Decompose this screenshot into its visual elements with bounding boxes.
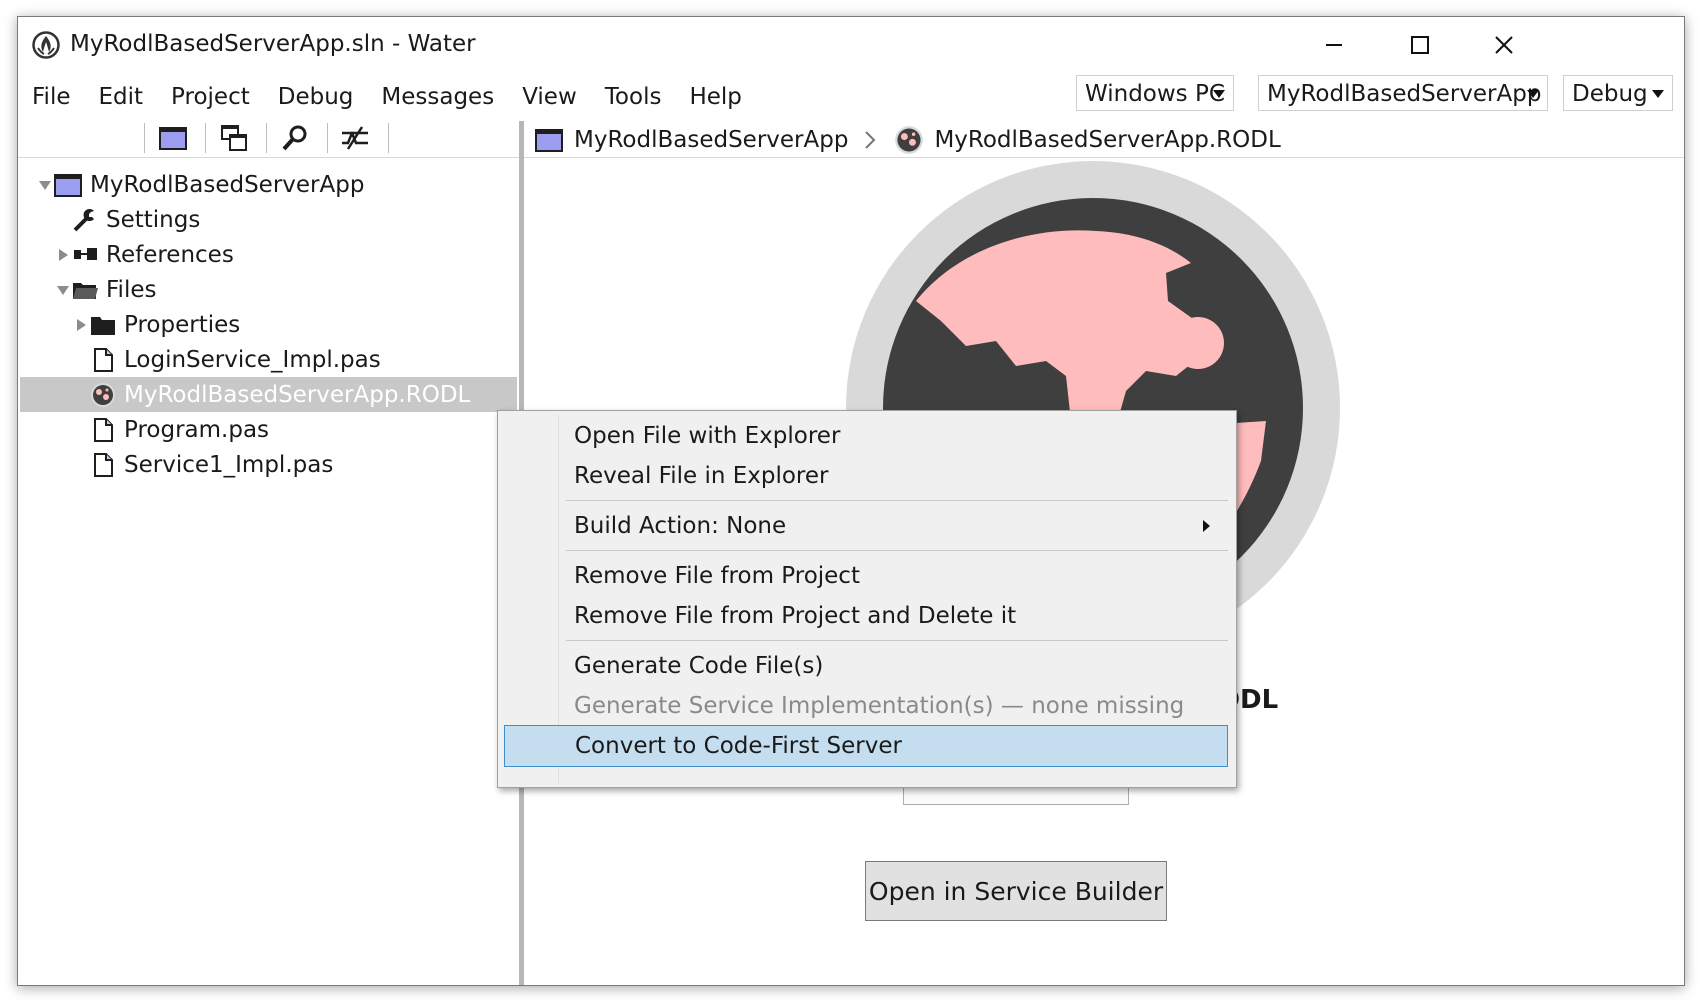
minimize-button[interactable] (1294, 25, 1374, 65)
breadcrumb-file[interactable]: MyRodlBasedServerApp.RODL (934, 127, 1280, 153)
menu-item-remove-file[interactable]: Remove File from Project (504, 555, 1228, 597)
ide-window: MyRodlBasedServerApp.sln - Water File Ed… (17, 16, 1685, 986)
minimize-icon (1326, 44, 1342, 46)
references-icon (74, 247, 97, 260)
breadcrumb-project[interactable]: MyRodlBasedServerApp (574, 127, 848, 153)
menu-separator (566, 640, 1228, 641)
tree-item-label: References (106, 241, 234, 268)
divider (524, 157, 1684, 158)
platform-dropdown[interactable]: Windows PC (1076, 75, 1234, 111)
platform-value: Windows PC (1085, 81, 1225, 107)
search-icon[interactable] (280, 123, 310, 153)
open-in-service-builder-button[interactable]: Open in Service Builder (865, 861, 1167, 921)
menu-item-generate-service-impl: Generate Service Implementation(s) — non… (574, 693, 1185, 719)
menu-item-remove-and-delete[interactable]: Remove File from Project and Delete it (504, 595, 1228, 637)
tree-item-file[interactable]: Program.pas (72, 412, 269, 447)
window-icon[interactable] (158, 123, 188, 153)
context-menu: Open File with Explorer Reveal File in E… (497, 410, 1237, 788)
rodl-icon (895, 126, 924, 154)
cascade-icon[interactable] (219, 123, 249, 153)
menu-item-build-action[interactable]: Build Action: None (504, 505, 1228, 547)
collapsed-arrow-icon[interactable] (72, 316, 90, 334)
chevron-down-icon (1527, 90, 1539, 98)
open-folder-icon (73, 282, 98, 299)
menu-debug[interactable]: Debug (264, 77, 368, 117)
configuration-value: Debug (1572, 81, 1648, 107)
chevron-down-icon (1213, 90, 1225, 98)
menu-project[interactable]: Project (157, 77, 264, 117)
toolbar-separator (205, 123, 206, 153)
project-dropdown[interactable]: MyRodlBasedServerApp (1258, 75, 1548, 111)
expanded-arrow-icon[interactable] (36, 176, 54, 194)
configuration-dropdown[interactable]: Debug (1563, 75, 1673, 111)
project-icon (535, 129, 563, 152)
tree-item-file[interactable]: Service1_Impl.pas (72, 447, 333, 482)
tree-item-properties[interactable]: Properties (72, 307, 240, 342)
menu-messages[interactable]: Messages (367, 77, 508, 117)
window-title: MyRodlBasedServerApp.sln - Water (70, 31, 476, 57)
folder-icon (91, 316, 115, 335)
project-value: MyRodlBasedServerApp (1267, 81, 1542, 107)
toolbar-separator (388, 123, 389, 153)
maximize-icon (1411, 36, 1429, 54)
close-button[interactable] (1464, 25, 1544, 65)
menu-file[interactable]: File (18, 77, 85, 117)
file-icon (94, 417, 113, 442)
tree-item-label: Files (106, 276, 157, 303)
tree-item-project[interactable]: MyRodlBasedServerApp (36, 167, 364, 202)
tree-item-rodl-selected[interactable]: MyRodlBasedServerApp.RODL (20, 377, 517, 412)
submenu-arrow-icon (1203, 520, 1210, 532)
menu-separator (566, 500, 1228, 501)
menu-item-generate-code[interactable]: Generate Code File(s) (504, 645, 1228, 687)
tree-item-label: Program.pas (124, 416, 270, 443)
chevron-down-icon (1652, 90, 1664, 98)
project-icon (54, 173, 82, 197)
menu-item-convert-to-code-first[interactable]: Convert to Code-First Server (504, 725, 1228, 767)
file-icon (94, 452, 113, 477)
tree-item-label: Properties (124, 311, 241, 338)
toolbar-separator (327, 123, 328, 153)
tree-item-label: LoginService_Impl.pas (124, 346, 381, 373)
menu-edit[interactable]: Edit (85, 77, 158, 117)
menu-item-open-with-explorer[interactable]: Open File with Explorer (504, 415, 1228, 457)
expanded-arrow-icon[interactable] (54, 281, 72, 299)
menu-tools[interactable]: Tools (591, 77, 676, 117)
compare-icon[interactable] (340, 123, 370, 153)
menu-help[interactable]: Help (675, 77, 755, 117)
water-app-icon (32, 31, 60, 59)
tree-item-label: MyRodlBasedServerApp (90, 171, 365, 198)
tree-item-references[interactable]: References (54, 237, 234, 272)
rodl-icon (91, 382, 115, 407)
tree-item-label: MyRodlBasedServerApp.RODL (124, 381, 471, 408)
menu-bar: File Edit Project Debug Messages View To… (18, 77, 756, 117)
title-bar: MyRodlBasedServerApp.sln - Water (18, 17, 1684, 73)
collapsed-arrow-icon[interactable] (54, 246, 72, 264)
divider (18, 157, 519, 158)
wrench-icon (73, 208, 94, 231)
toolbar-separator (144, 123, 145, 153)
chevron-right-icon (865, 131, 876, 149)
tree-item-label: Service1_Impl.pas (124, 451, 334, 478)
tree-item-label: Settings (106, 206, 201, 233)
breadcrumb: MyRodlBasedServerApp MyRodlBasedServerAp… (534, 125, 1281, 155)
tree-item-settings[interactable]: Settings (54, 202, 200, 237)
menu-separator (566, 550, 1228, 551)
tree-item-files[interactable]: Files (54, 272, 156, 307)
toolbar-separator (266, 123, 267, 153)
tree-item-file[interactable]: LoginService_Impl.pas (72, 342, 381, 377)
maximize-button[interactable] (1380, 25, 1460, 65)
menu-view[interactable]: View (508, 77, 591, 117)
menu-item-label: Build Action: None (574, 513, 787, 539)
menu-item-reveal-in-explorer[interactable]: Reveal File in Explorer (504, 455, 1228, 497)
close-icon (1495, 36, 1513, 54)
file-icon (94, 347, 113, 372)
